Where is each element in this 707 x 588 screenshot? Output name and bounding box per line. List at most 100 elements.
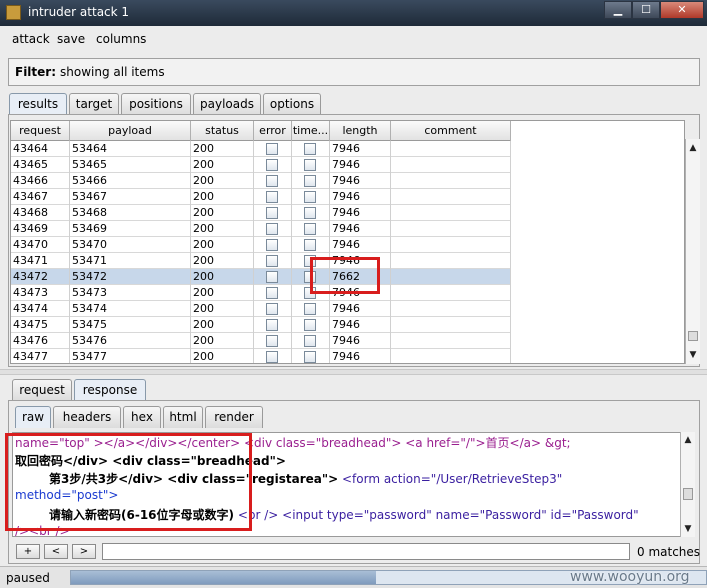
checkbox-icon <box>304 207 316 219</box>
cell-time <box>292 173 330 189</box>
tab-html[interactable]: html <box>163 406 203 428</box>
cell-status: 200 <box>191 301 254 317</box>
cell-status: 200 <box>191 205 254 221</box>
cell-status: 200 <box>191 285 254 301</box>
scroll-up-icon[interactable]: ▲ <box>688 143 698 153</box>
table-row[interactable]: 43476 53476 200 7946 <box>11 333 511 349</box>
cell-comment <box>391 269 511 285</box>
checkbox-icon <box>266 207 278 219</box>
table-row[interactable]: 43472 53472 200 7662 <box>11 269 511 285</box>
cell-request: 43470 <box>11 237 70 253</box>
checkbox-icon <box>266 303 278 315</box>
search-prev-button[interactable]: < <box>44 544 68 559</box>
tab-raw[interactable]: raw <box>15 406 51 428</box>
cell-length: 7946 <box>330 189 391 205</box>
search-next-button[interactable]: > <box>72 544 96 559</box>
col-comment[interactable]: comment <box>391 121 511 141</box>
cell-time <box>292 333 330 349</box>
cell-error <box>254 189 292 205</box>
search-input[interactable] <box>102 543 630 560</box>
table-row[interactable]: 43464 53464 200 7946 <box>11 141 511 157</box>
tab-hex[interactable]: hex <box>123 406 161 428</box>
scroll-thumb[interactable] <box>688 331 698 341</box>
code-scrollbar[interactable]: ▲ ▼ <box>680 432 695 537</box>
scroll-down-icon[interactable]: ▼ <box>683 524 693 534</box>
minimize-button[interactable]: ▁ <box>604 1 632 19</box>
cell-status: 200 <box>191 173 254 189</box>
cell-comment <box>391 221 511 237</box>
cell-error <box>254 237 292 253</box>
col-timeout[interactable]: time... <box>292 121 330 141</box>
table-row[interactable]: 43468 53468 200 7946 <box>11 205 511 221</box>
cell-status: 200 <box>191 349 254 363</box>
cell-time <box>292 141 330 157</box>
table-row[interactable]: 43470 53470 200 7946 <box>11 237 511 253</box>
tab-target[interactable]: target <box>69 93 119 115</box>
search-options-button[interactable]: + <box>16 544 40 559</box>
highlight-length-box <box>310 257 380 294</box>
cell-error <box>254 349 292 363</box>
table-row[interactable]: 43475 53475 200 7946 <box>11 317 511 333</box>
menu-attack[interactable]: attack <box>12 32 50 46</box>
col-error[interactable]: error <box>254 121 292 141</box>
checkbox-icon <box>266 239 278 251</box>
cell-error <box>254 253 292 269</box>
checkbox-icon <box>266 319 278 331</box>
filter-label: Filter: <box>15 65 57 79</box>
tab-response[interactable]: response <box>74 379 146 401</box>
cell-length: 7946 <box>330 173 391 189</box>
scroll-down-icon[interactable]: ▼ <box>688 350 698 360</box>
burp-app-icon <box>6 5 21 20</box>
checkbox-icon <box>304 303 316 315</box>
cell-length: 7946 <box>330 237 391 253</box>
table-row[interactable]: 43467 53467 200 7946 <box>11 189 511 205</box>
menu-save[interactable]: save <box>57 32 85 46</box>
checkbox-icon <box>266 159 278 171</box>
tab-options[interactable]: options <box>263 93 321 115</box>
cell-length: 7946 <box>330 333 391 349</box>
filter-bar[interactable]: Filter: showing all items <box>8 58 700 86</box>
tab-results[interactable]: results <box>9 93 67 115</box>
cell-comment <box>391 189 511 205</box>
cell-time <box>292 317 330 333</box>
filter-value: showing all items <box>60 65 165 79</box>
scroll-thumb[interactable] <box>683 488 693 500</box>
tab-positions[interactable]: positions <box>121 93 191 115</box>
col-request[interactable]: request <box>11 121 70 141</box>
tab-render[interactable]: render <box>205 406 263 428</box>
cell-error <box>254 301 292 317</box>
cell-request: 43466 <box>11 173 70 189</box>
checkbox-icon <box>304 159 316 171</box>
table-row[interactable]: 43469 53469 200 7946 <box>11 221 511 237</box>
watermark: www.wooyun.org <box>570 569 690 585</box>
col-length[interactable]: length <box>330 121 391 141</box>
split-divider[interactable] <box>0 369 707 375</box>
close-button[interactable]: ✕ <box>660 1 704 19</box>
table-row[interactable]: 43473 53473 200 7946 <box>11 285 511 301</box>
tab-headers[interactable]: headers <box>53 406 121 428</box>
col-status[interactable]: status <box>191 121 254 141</box>
scroll-up-icon[interactable]: ▲ <box>683 435 693 445</box>
table-row[interactable]: 43477 53477 200 7946 <box>11 349 511 363</box>
maximize-button[interactable]: ☐ <box>632 1 660 19</box>
cell-payload: 53472 <box>70 269 191 285</box>
results-scrollbar[interactable]: ▲ ▼ <box>685 139 700 364</box>
table-row[interactable]: 43474 53474 200 7946 <box>11 301 511 317</box>
tab-payloads[interactable]: payloads <box>193 93 261 115</box>
cell-time <box>292 157 330 173</box>
cell-payload: 53465 <box>70 157 191 173</box>
col-payload[interactable]: payload <box>70 121 191 141</box>
cell-comment <box>391 157 511 173</box>
table-row[interactable]: 43465 53465 200 7946 <box>11 157 511 173</box>
cell-time <box>292 237 330 253</box>
table-row[interactable]: 43466 53466 200 7946 <box>11 173 511 189</box>
table-header: request payload status error time... len… <box>11 121 511 141</box>
progress-fill <box>71 571 376 584</box>
cell-request: 43465 <box>11 157 70 173</box>
cell-status: 200 <box>191 269 254 285</box>
cell-request: 43469 <box>11 221 70 237</box>
menu-columns[interactable]: columns <box>96 32 146 46</box>
table-row[interactable]: 43471 53471 200 7946 <box>11 253 511 269</box>
checkbox-icon <box>266 191 278 203</box>
tab-request[interactable]: request <box>12 379 72 401</box>
